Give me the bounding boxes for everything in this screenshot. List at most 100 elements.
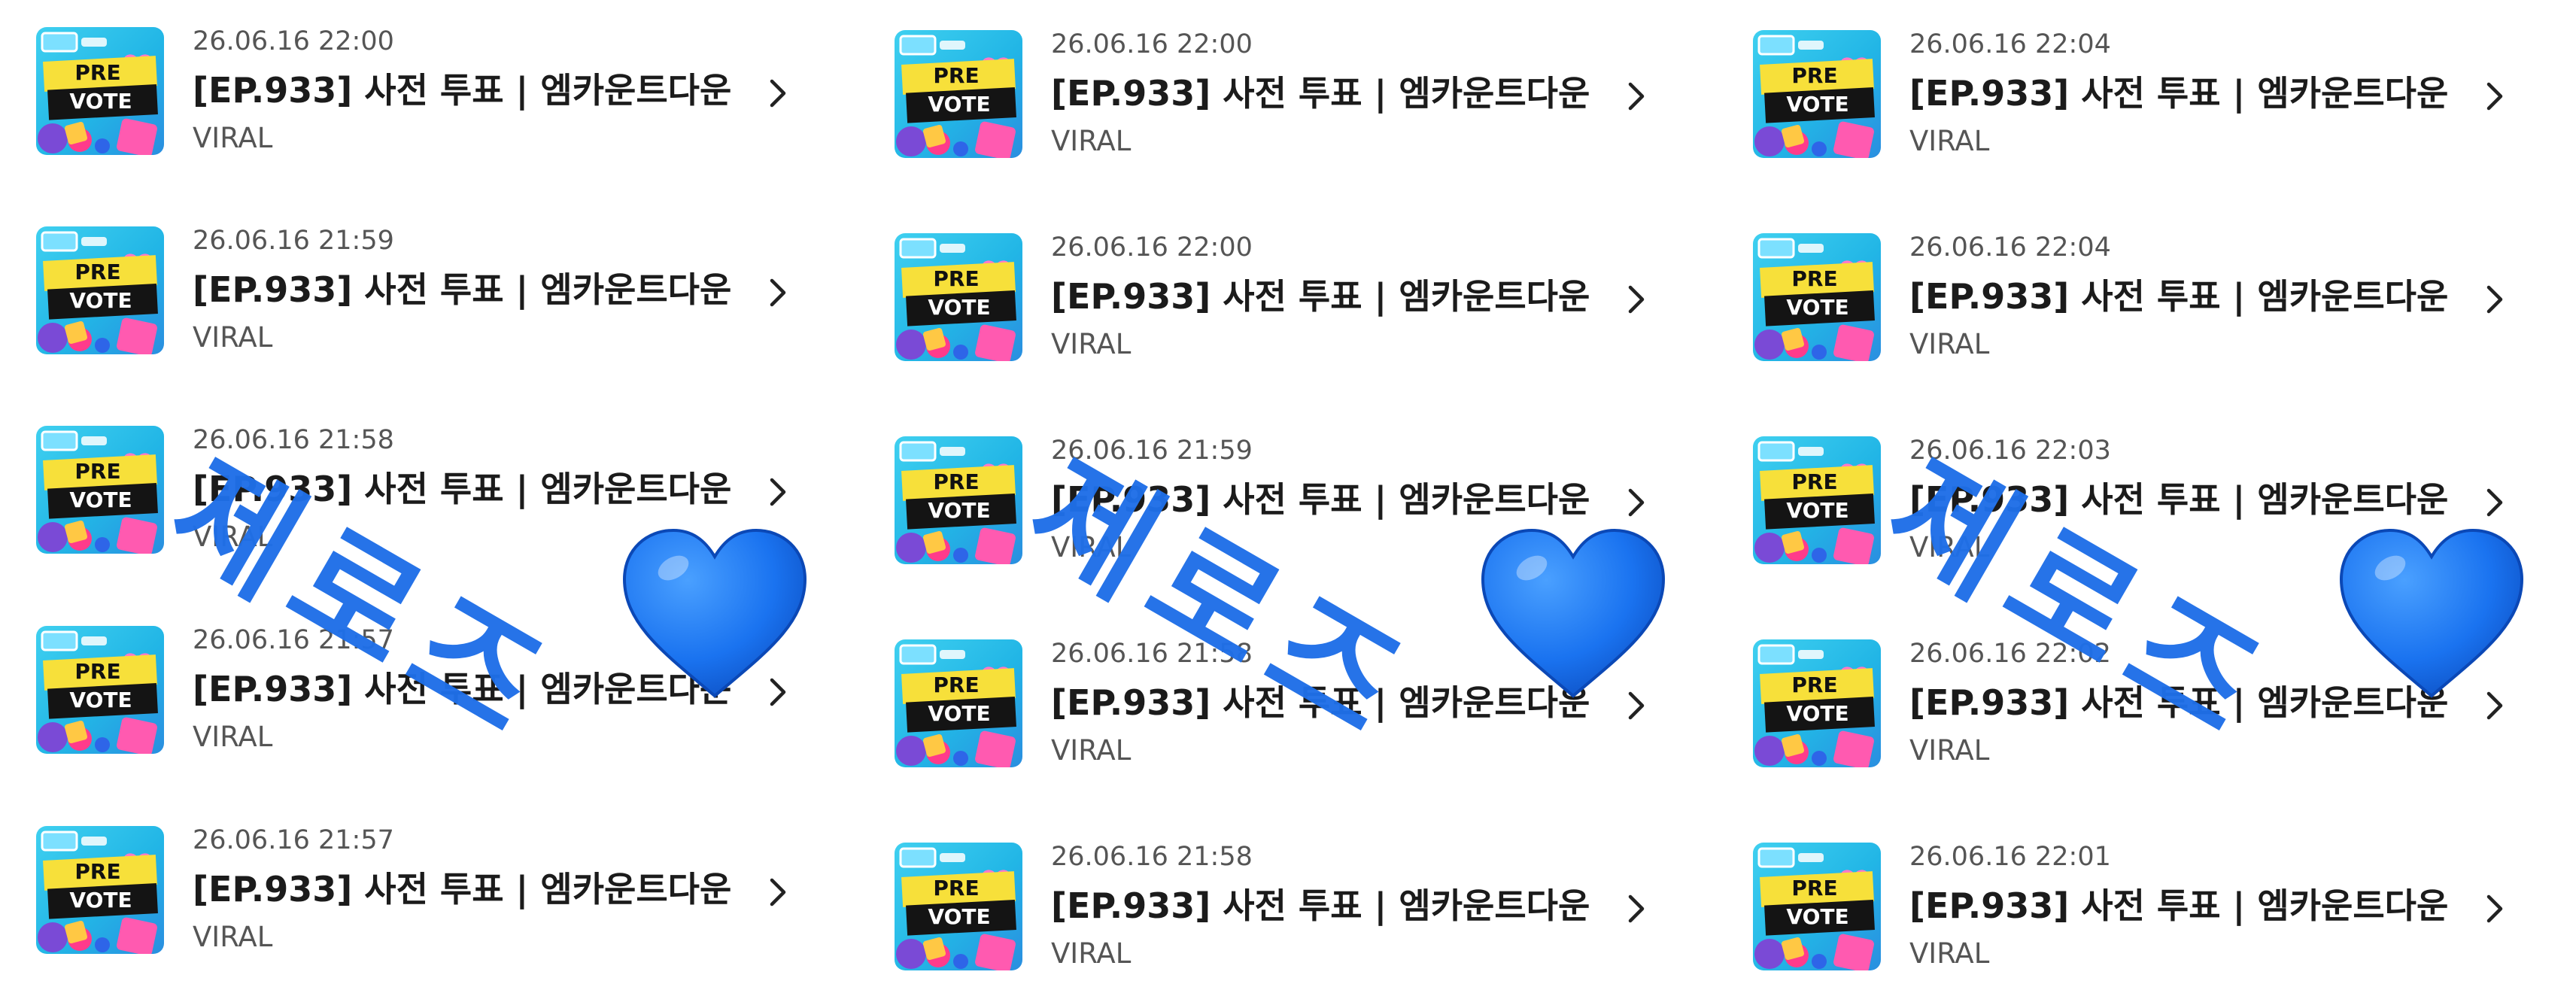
item-channel: VIRAL	[1051, 125, 1132, 157]
chevron-right-icon[interactable]	[1622, 480, 1652, 525]
chevron-right-icon[interactable]	[2480, 480, 2511, 525]
thumbnail-pre-text: PRE	[933, 266, 979, 291]
pre-vote-thumbnail: PRE VOTE	[895, 843, 1022, 970]
item-timestamp: 26.06.16 22:02	[1909, 639, 2111, 669]
list-item[interactable]: PRE VOTE 26.06.16 21:58 [EP.933] 사전 투표 |…	[858, 612, 1717, 778]
list-item[interactable]: PRE VOTE 26.06.16 22:04 [EP.933] 사전 투표 |…	[1717, 3, 2575, 169]
chevron-right-icon[interactable]	[1622, 886, 1652, 931]
list-item[interactable]: PRE VOTE 26.06.16 21:59 [EP.933] 사전 투표 |…	[858, 409, 1717, 575]
item-meta: 26.06.16 22:00 [EP.933] 사전 투표 | 엠카운트다운 V…	[1051, 29, 1619, 158]
item-channel: VIRAL	[1909, 734, 1990, 767]
pre-vote-thumbnail: PRE VOTE	[1753, 843, 1881, 970]
item-title: [EP.933] 사전 투표 | 엠카운트다운	[1051, 885, 1590, 926]
pre-vote-thumbnail: PRE VOTE	[895, 30, 1022, 158]
item-timestamp: 26.06.16 22:00	[1051, 29, 1253, 59]
pre-vote-thumbnail: PRE VOTE	[1753, 436, 1881, 564]
item-title: [EP.933] 사전 투표 | 엠카운트다운	[1909, 479, 2449, 520]
item-title: [EP.933] 사전 투표 | 엠카운트다운	[1051, 276, 1590, 317]
list-item[interactable]: PRE VOTE 26.06.16 21:58 [EP.933] 사전 투표 |…	[858, 815, 1717, 981]
chevron-right-icon[interactable]	[764, 71, 794, 116]
thumbnail-pre-text: PRE	[933, 469, 979, 494]
item-channel: VIRAL	[1909, 531, 1990, 563]
item-meta: 26.06.16 21:57 [EP.933] 사전 투표 | 엠카운트다운 V…	[193, 824, 761, 954]
thumbnail-pre-text: PRE	[933, 876, 979, 900]
item-timestamp: 26.06.16 22:04	[1909, 29, 2111, 59]
thumbnail-vote-text: VOTE	[69, 888, 132, 913]
pre-vote-thumbnail: PRE VOTE	[36, 826, 164, 954]
item-title: [EP.933] 사전 투표 | 엠카운트다운	[1909, 682, 2449, 723]
item-title: [EP.933] 사전 투표 | 엠카운트다운	[1051, 682, 1590, 723]
thumbnail-pre-text: PRE	[933, 63, 979, 88]
chevron-right-icon[interactable]	[1622, 74, 1652, 119]
pre-vote-thumbnail: PRE VOTE	[895, 233, 1022, 361]
chevron-right-icon[interactable]	[764, 670, 794, 715]
thumbnail-pre-text: PRE	[1791, 469, 1837, 494]
item-meta: 26.06.16 22:00 [EP.933] 사전 투표 | 엠카운트다운 V…	[193, 26, 761, 155]
chevron-right-icon[interactable]	[2480, 683, 2511, 728]
item-meta: 26.06.16 21:58 [EP.933] 사전 투표 | 엠카운트다운 V…	[193, 424, 761, 554]
item-channel: VIRAL	[193, 721, 273, 753]
item-channel: VIRAL	[1051, 937, 1132, 970]
item-timestamp: 26.06.16 21:58	[193, 425, 394, 455]
thumbnail-vote-text: VOTE	[1786, 701, 1848, 726]
pre-vote-thumbnail: PRE VOTE	[895, 436, 1022, 564]
thumbnail-vote-text: VOTE	[928, 92, 990, 117]
list-panel-2: PRE VOTE 26.06.16 22:00 [EP.933] 사전 투표 |…	[858, 0, 1717, 990]
chevron-right-icon[interactable]	[764, 270, 794, 315]
list-panel-1: PRE VOTE 26.06.16 22:00 [EP.933] 사전 투표 |…	[0, 0, 858, 990]
item-meta: 26.06.16 22:03 [EP.933] 사전 투표 | 엠카운트다운 V…	[1909, 435, 2477, 564]
chevron-right-icon[interactable]	[1622, 683, 1652, 728]
chevron-right-icon[interactable]	[2480, 74, 2511, 119]
item-meta: 26.06.16 22:04 [EP.933] 사전 투표 | 엠카운트다운 V…	[1909, 29, 2477, 158]
item-channel: VIRAL	[1909, 328, 1990, 360]
chevron-right-icon[interactable]	[2480, 886, 2511, 931]
thumbnail-pre-text: PRE	[74, 659, 120, 684]
pre-vote-thumbnail: PRE VOTE	[36, 27, 164, 155]
item-meta: 26.06.16 21:59 [EP.933] 사전 투표 | 엠카운트다운 V…	[193, 225, 761, 354]
list-item[interactable]: PRE VOTE 26.06.16 22:00 [EP.933] 사전 투표 |…	[858, 3, 1717, 169]
list-item[interactable]: PRE VOTE 26.06.16 22:01 [EP.933] 사전 투표 |…	[1717, 815, 2575, 981]
list-item[interactable]: PRE VOTE 26.06.16 21:57 [EP.933] 사전 투표 |…	[0, 599, 858, 764]
chevron-right-icon[interactable]	[2480, 277, 2511, 322]
item-title: [EP.933] 사전 투표 | 엠카운트다운	[193, 469, 732, 509]
chevron-right-icon[interactable]	[764, 870, 794, 915]
thumbnail-vote-text: VOTE	[69, 89, 132, 114]
thumbnail-pre-text: PRE	[933, 673, 979, 697]
thumbnail-vote-text: VOTE	[928, 904, 990, 929]
item-title: [EP.933] 사전 투표 | 엠카운트다운	[1909, 73, 2449, 114]
item-timestamp: 26.06.16 21:57	[193, 625, 394, 655]
list-item[interactable]: PRE VOTE 26.06.16 22:00 [EP.933] 사전 투표 |…	[0, 0, 858, 166]
thumbnail-pre-text: PRE	[1791, 266, 1837, 291]
list-panel-3: PRE VOTE 26.06.16 22:04 [EP.933] 사전 투표 |…	[1717, 0, 2575, 990]
item-meta: 26.06.16 21:58 [EP.933] 사전 투표 | 엠카운트다운 V…	[1051, 841, 1619, 970]
item-timestamp: 26.06.16 22:00	[1051, 232, 1253, 263]
item-channel: VIRAL	[1051, 734, 1132, 767]
chevron-right-icon[interactable]	[764, 469, 794, 515]
list-item[interactable]: PRE VOTE 26.06.16 22:02 [EP.933] 사전 투표 |…	[1717, 612, 2575, 778]
item-timestamp: 26.06.16 22:01	[1909, 842, 2111, 872]
thumbnail-vote-text: VOTE	[1786, 498, 1848, 523]
list-item[interactable]: PRE VOTE 26.06.16 21:59 [EP.933] 사전 투표 |…	[0, 199, 858, 365]
item-title: [EP.933] 사전 투표 | 엠카운트다운	[1909, 885, 2449, 926]
pre-vote-thumbnail: PRE VOTE	[1753, 639, 1881, 767]
thumbnail-pre-text: PRE	[74, 60, 120, 85]
item-timestamp: 26.06.16 22:00	[193, 26, 394, 56]
list-item[interactable]: PRE VOTE 26.06.16 22:04 [EP.933] 사전 투표 |…	[1717, 206, 2575, 372]
list-item[interactable]: PRE VOTE 26.06.16 22:00 [EP.933] 사전 투표 |…	[858, 206, 1717, 372]
thumbnail-vote-text: VOTE	[1786, 295, 1848, 320]
item-timestamp: 26.06.16 21:59	[193, 226, 394, 256]
list-item[interactable]: PRE VOTE 26.06.16 22:03 [EP.933] 사전 투표 |…	[1717, 409, 2575, 575]
pre-vote-thumbnail: PRE VOTE	[895, 639, 1022, 767]
list-item[interactable]: PRE VOTE 26.06.16 21:58 [EP.933] 사전 투표 |…	[0, 399, 858, 564]
item-timestamp: 26.06.16 21:57	[193, 825, 394, 855]
item-meta: 26.06.16 21:59 [EP.933] 사전 투표 | 엠카운트다운 V…	[1051, 435, 1619, 564]
thumbnail-vote-text: VOTE	[928, 295, 990, 320]
thumbnail-vote-text: VOTE	[69, 688, 132, 712]
chevron-right-icon[interactable]	[1622, 277, 1652, 322]
item-timestamp: 26.06.16 21:58	[1051, 639, 1253, 669]
item-channel: VIRAL	[193, 521, 273, 553]
item-channel: VIRAL	[193, 122, 273, 154]
item-meta: 26.06.16 22:04 [EP.933] 사전 투표 | 엠카운트다운 V…	[1909, 232, 2477, 361]
item-title: [EP.933] 사전 투표 | 엠카운트다운	[193, 669, 732, 709]
list-item[interactable]: PRE VOTE 26.06.16 21:57 [EP.933] 사전 투표 |…	[0, 799, 858, 964]
